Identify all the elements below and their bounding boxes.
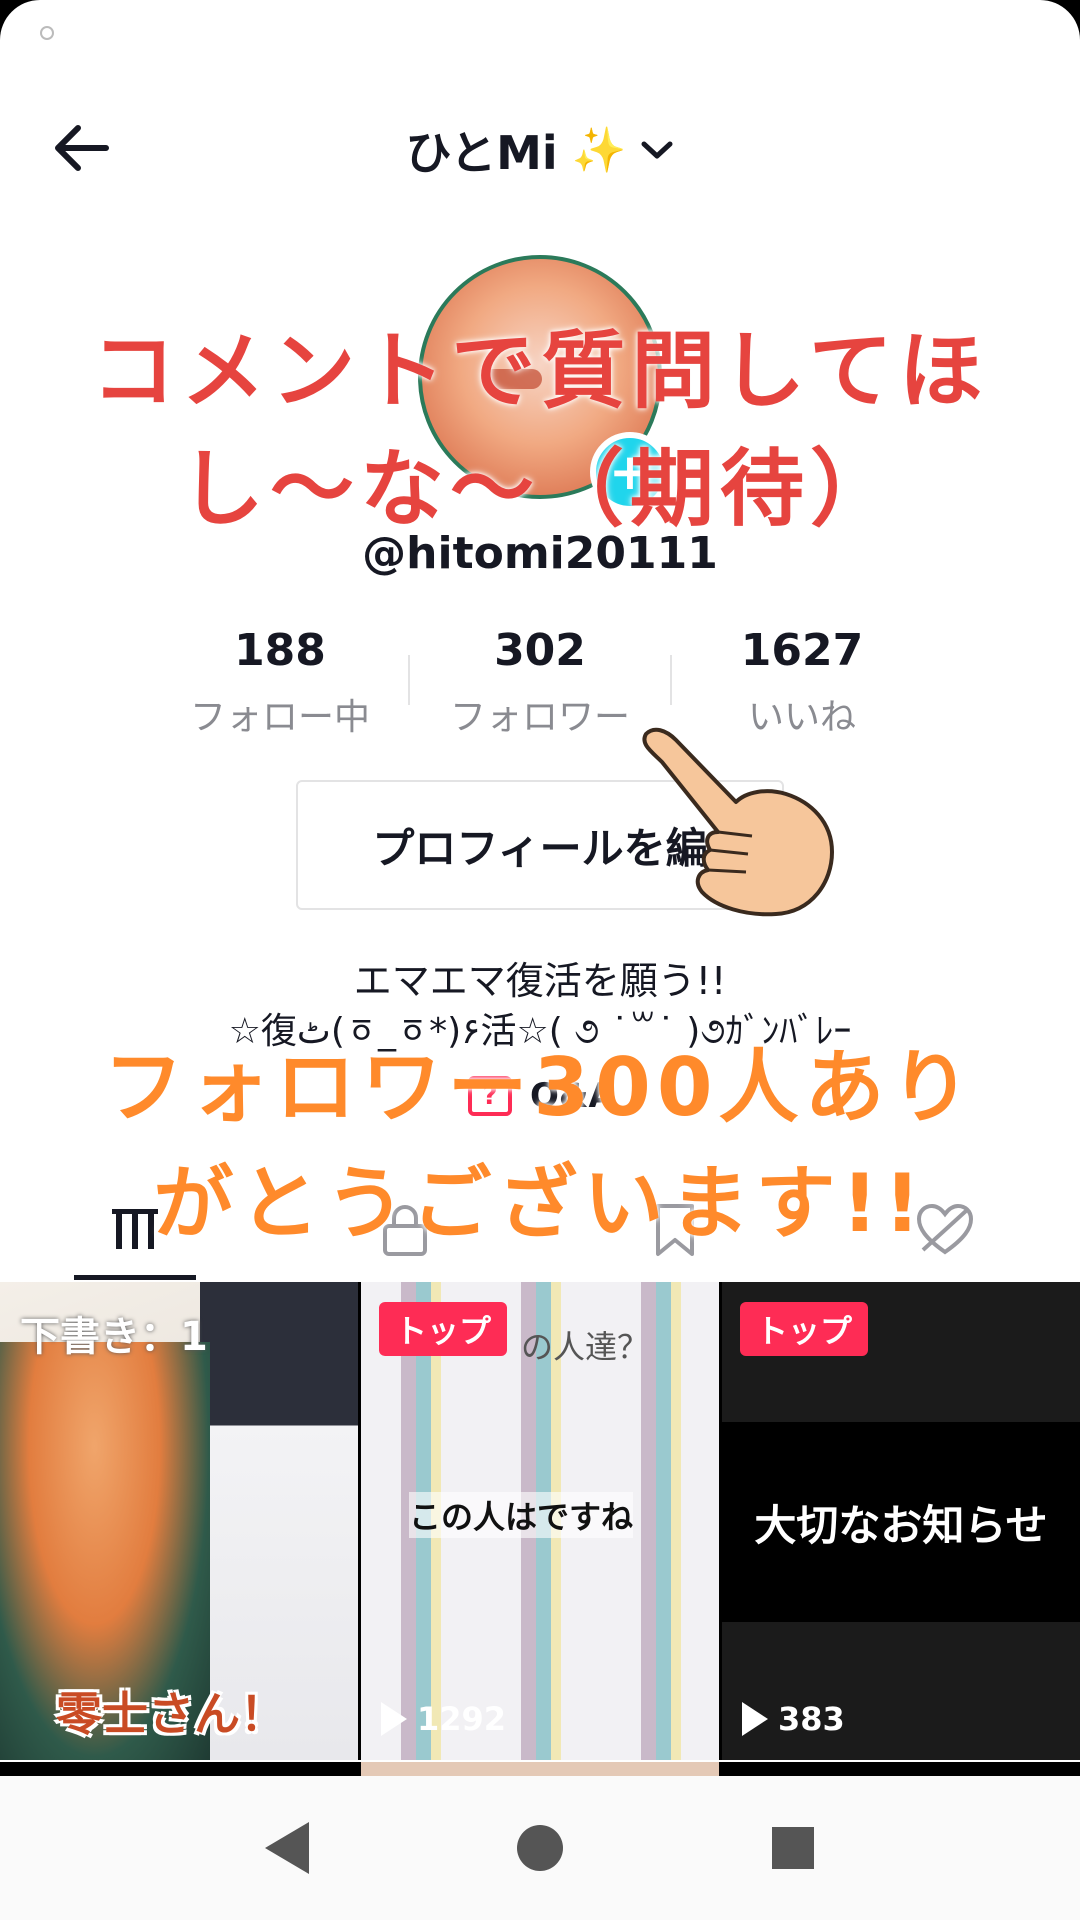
plus-icon: + — [609, 443, 651, 501]
liked-hidden-icon — [916, 1203, 974, 1255]
add-photo-button[interactable]: + — [590, 432, 670, 512]
account-switcher[interactable]: ひとMi ✨ — [0, 110, 1080, 190]
play-icon — [381, 1702, 407, 1736]
page-title: ひとMi — [405, 126, 558, 180]
pointing-hand-icon — [642, 727, 834, 917]
view-count: 383 — [742, 1700, 845, 1738]
tab-private[interactable] — [365, 1190, 445, 1270]
sparkle-icon: ✨ — [571, 125, 627, 176]
followers-stat[interactable]: 302 フォロワー — [410, 625, 670, 740]
system-navbar — [0, 1776, 1080, 1920]
thumbnail-text: 大切なお知らせ — [722, 1422, 1080, 1622]
lock-icon — [383, 1205, 427, 1256]
view-count-value: 1292 — [417, 1700, 507, 1738]
qa-label: Q&A — [530, 1076, 615, 1116]
tab-videos[interactable] — [95, 1190, 175, 1270]
username: @hitomi20111 — [362, 528, 718, 579]
tab-active-indicator — [74, 1275, 196, 1280]
play-icon — [742, 1702, 768, 1736]
video-thumbnail[interactable] — [361, 1762, 719, 1776]
pinned-badge: トップ — [740, 1302, 869, 1356]
followers-count: 302 — [494, 625, 586, 676]
videos-grid-icon — [112, 1209, 158, 1249]
nav-home-icon — [516, 1825, 563, 1871]
bio-line-1: エマエマ復活を願う!! — [353, 959, 727, 1003]
video-thumbnail[interactable]: 下書き：1 零士さん！ — [0, 1282, 358, 1760]
tab-saved[interactable] — [635, 1190, 715, 1270]
followers-label: フォロワー — [449, 697, 630, 738]
bookmark-icon — [656, 1204, 694, 1256]
qa-link[interactable]: ? Q&A — [468, 1076, 615, 1116]
draft-label: 下書き：1 — [20, 1314, 208, 1360]
following-label: フォロー中 — [189, 697, 370, 738]
chevron-down-icon — [641, 141, 673, 159]
profile-screen: ひとMi ✨ + @hitomi20111 188 フォロー中 302 フォロワ… — [0, 0, 1080, 1920]
view-count-value: 383 — [778, 1700, 845, 1738]
nav-back-icon — [264, 1822, 309, 1874]
question-icon: ? — [468, 1076, 512, 1116]
nav-back-button[interactable] — [242, 1803, 332, 1893]
likes-count: 1627 — [740, 625, 864, 676]
nav-home-button[interactable] — [495, 1803, 585, 1893]
nav-recents-icon — [772, 1827, 815, 1869]
thumbnail-caption: 零士さん！ — [56, 1687, 286, 1741]
following-stat[interactable]: 188 フォロー中 — [150, 625, 410, 740]
nav-recents-button[interactable] — [748, 1803, 838, 1893]
status-indicator-icon — [40, 26, 54, 40]
thumbnail-text: の人達？ — [521, 1328, 650, 1366]
pinned-badge: トップ — [379, 1302, 508, 1356]
following-count: 188 — [234, 625, 326, 676]
video-thumbnail[interactable]: の人達？ この人はですね トップ 1292 — [361, 1282, 719, 1760]
tab-liked[interactable] — [905, 1190, 985, 1270]
view-count: 1292 — [381, 1700, 506, 1738]
video-grid: 下書き：1 零士さん！ の人達？ この人はですね トップ 1292 大切なお知ら… — [0, 1282, 1080, 1760]
bio-line-2: ☆復ٹ(ㆆ_ㆆ*)۶活☆( ૭ ˙꒳˙ )૭ｶﾞﾝﾊﾞﾚｰ — [228, 1011, 852, 1052]
video-thumbnail[interactable]: 大切なお知らせ トップ 383 — [722, 1282, 1080, 1760]
thumbnail-text: この人はですね — [409, 1492, 634, 1538]
